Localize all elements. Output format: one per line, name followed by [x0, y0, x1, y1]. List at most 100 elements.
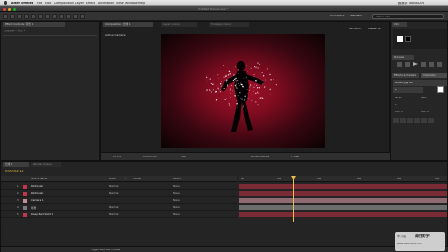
column-trkmat[interactable]: TrkMat: [133, 178, 141, 180]
subscript-button[interactable]: [428, 118, 434, 123]
layer-duration-bar[interactable]: [239, 198, 447, 203]
layer-mode[interactable]: Normal: [109, 192, 118, 195]
layer-label-color[interactable]: [23, 191, 27, 196]
apple-icon[interactable]: [4, 1, 7, 5]
layer-row[interactable]: 4 背景 Normal None: [1, 204, 237, 211]
close-window-icon[interactable]: [3, 7, 6, 11]
layer-mode[interactable]: Normal: [109, 206, 118, 209]
timeline-timecode[interactable]: 0:00:03:12: [5, 170, 24, 173]
prev-frame-icon[interactable]: [405, 62, 410, 67]
tracking-value[interactable]: 0: [395, 104, 397, 106]
stamp-tool-icon[interactable]: [66, 14, 71, 19]
playhead[interactable]: [293, 176, 294, 222]
workspace-select[interactable]: Standard: [350, 15, 362, 18]
ram-preview-icon[interactable]: [437, 62, 442, 67]
layer-name[interactable]: Deep Red Solid 1: [31, 213, 53, 216]
brush-tool-icon[interactable]: [59, 14, 64, 19]
next-frame-icon[interactable]: [421, 62, 426, 67]
column-mode[interactable]: Mode: [109, 178, 116, 180]
tab-effects-presets[interactable]: Effects & Presets: [392, 73, 419, 78]
layer-row[interactable]: 5 Deep Red Solid 1 Normal None: [1, 211, 237, 218]
layer-duration-bar[interactable]: [239, 191, 447, 196]
menu-edit[interactable]: Edit: [45, 2, 51, 5]
zoom-tool-icon[interactable]: [17, 14, 22, 19]
layer-row[interactable]: 2 Particular Normal None: [1, 190, 237, 197]
selection-tool-icon[interactable]: [3, 14, 8, 19]
time-ruler[interactable]: 0s 02s 04s 06s 08s 10s: [239, 176, 447, 182]
play-icon[interactable]: [413, 62, 418, 66]
camera-tool-icon[interactable]: [31, 14, 36, 19]
composition-viewer[interactable]: [161, 34, 325, 148]
pan-behind-tool-icon[interactable]: [38, 14, 43, 19]
menu-layer[interactable]: Layer: [75, 2, 84, 5]
layer-row[interactable]: 1 Particular Normal None: [1, 183, 237, 190]
layer-row[interactable]: 3 Camera 1 None: [1, 197, 237, 204]
tab-render-queue[interactable]: Render Queue: [31, 162, 61, 167]
font-style-select[interactable]: R: [393, 87, 423, 93]
views-layout-select[interactable]: 1 View: [291, 156, 299, 159]
layer-name[interactable]: Particular: [31, 185, 43, 188]
menu-composition[interactable]: Composition: [54, 2, 74, 5]
pen-tool-icon[interactable]: [45, 14, 50, 19]
layer-parent[interactable]: None: [173, 206, 180, 209]
layer-label-color[interactable]: [23, 198, 27, 203]
tab-effect-controls[interactable]: Effect Controls: 背景 1: [3, 22, 65, 27]
menu-help[interactable]: Help: [138, 2, 145, 5]
layer-parent[interactable]: None: [173, 185, 180, 188]
zoom-window-icon[interactable]: [13, 7, 16, 11]
font-size-value[interactable]: 60 px: [395, 97, 402, 99]
layer-duration-bar[interactable]: [239, 184, 447, 189]
tab-preview[interactable]: Preview: [392, 55, 414, 60]
search-help-field[interactable]: Search Help: [372, 14, 444, 19]
puppet-tool-icon[interactable]: [80, 14, 85, 19]
resolution-select[interactable]: Half: [181, 156, 186, 159]
layer-label-color[interactable]: [23, 184, 27, 189]
minimize-window-icon[interactable]: [8, 7, 11, 11]
layer-name[interactable]: Camera 1: [31, 199, 44, 202]
faux-italic-button[interactable]: [400, 118, 406, 123]
faux-bold-button[interactable]: [393, 118, 399, 123]
tab-footage[interactable]: Footage (none): [209, 22, 249, 27]
tab-character[interactable]: Character: [421, 73, 447, 78]
superscript-button[interactable]: [421, 118, 427, 123]
type-tool-icon[interactable]: [52, 14, 57, 19]
layer-mode[interactable]: Normal: [109, 213, 118, 216]
renderer-select[interactable]: Classic 3D: [368, 28, 381, 31]
last-frame-icon[interactable]: [429, 62, 434, 67]
zoom-level[interactable]: 25.9%: [113, 156, 121, 159]
scale-horizontal-value[interactable]: 100 %: [395, 111, 403, 113]
tab-composition[interactable]: Composition: 合成 1: [103, 22, 153, 27]
layer-parent[interactable]: None: [173, 199, 180, 202]
scale-vertical-value[interactable]: 100 %: [421, 111, 429, 113]
layer-parent[interactable]: None: [173, 213, 180, 216]
menu-view[interactable]: View: [116, 2, 124, 5]
tab-layer[interactable]: Layer (none): [161, 22, 197, 27]
current-time[interactable]: 0:00:03:12: [143, 156, 157, 159]
small-caps-button[interactable]: [414, 118, 420, 123]
column-parent[interactable]: Parent: [173, 178, 181, 180]
menu-animation[interactable]: Animation: [98, 2, 114, 5]
menu-file[interactable]: File: [37, 2, 42, 5]
eraser-tool-icon[interactable]: [73, 14, 78, 19]
first-frame-icon[interactable]: [397, 62, 402, 67]
layer-duration-bar[interactable]: [239, 205, 447, 210]
layer-duration-bar[interactable]: [239, 212, 447, 217]
menu-window[interactable]: Window: [125, 2, 138, 5]
column-t[interactable]: T: [125, 178, 126, 180]
menu-effect[interactable]: Effect: [86, 2, 95, 5]
layer-name[interactable]: Particular: [31, 192, 43, 195]
rotate-tool-icon[interactable]: [24, 14, 29, 19]
all-caps-button[interactable]: [407, 118, 413, 123]
tab-timeline-comp[interactable]: 合成 1: [3, 162, 29, 167]
leading-value[interactable]: Auto: [421, 97, 427, 99]
layer-name[interactable]: 背景: [31, 206, 36, 210]
layer-label-color[interactable]: [23, 205, 27, 210]
layer-parent[interactable]: None: [173, 192, 180, 195]
fill-color-swatch[interactable]: [437, 86, 444, 93]
column-source-name[interactable]: Source Name: [31, 178, 47, 180]
tab-info[interactable]: Info: [392, 22, 407, 27]
hand-tool-icon[interactable]: [10, 14, 15, 19]
layer-mode[interactable]: Normal: [109, 185, 118, 188]
layer-label-color[interactable]: [23, 212, 27, 217]
toggle-switches-modes[interactable]: Toggle Switches / Modes: [91, 249, 120, 251]
